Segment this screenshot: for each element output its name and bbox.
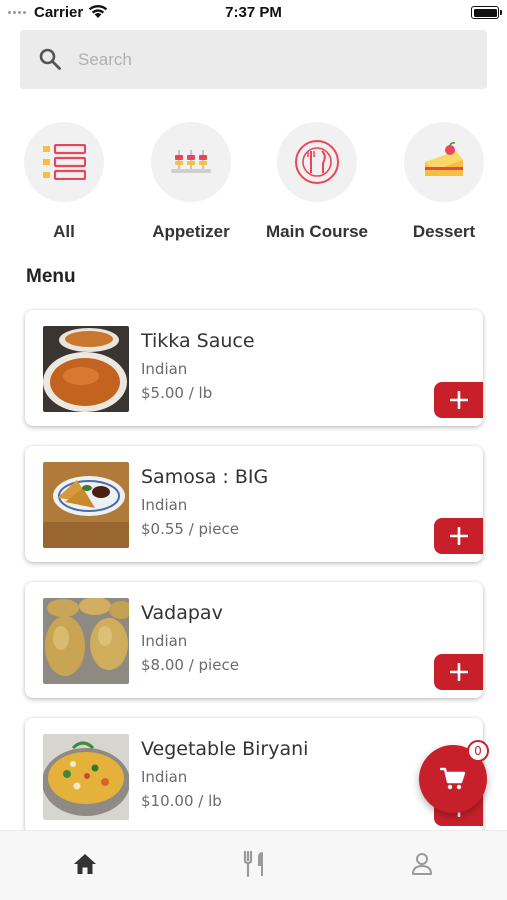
status-time: 7:37 PM [225, 4, 282, 21]
item-price: $0.55 / piece [141, 520, 239, 538]
battery-icon [471, 6, 502, 19]
category-all-circle[interactable] [24, 122, 104, 202]
item-name: Vadapav [141, 602, 223, 624]
item-cuisine: Indian [141, 768, 188, 786]
category-label: Dessert [412, 222, 476, 241]
item-cuisine: Indian [141, 360, 188, 378]
search-bar[interactable] [20, 30, 487, 89]
menu-item-card[interactable]: Vadapav Indian $8.00 / piece [25, 582, 483, 698]
menu-item-card[interactable]: Vegetable Biryani Indian $10.00 / lb [25, 718, 483, 834]
status-bar: Carrier 7:37 PM [0, 0, 507, 26]
category-appetizer[interactable]: Appetizer [131, 122, 251, 242]
menu-title: Menu [26, 266, 76, 287]
food-image [43, 598, 129, 684]
user-icon [412, 853, 432, 875]
menu-item-card[interactable]: Tikka Sauce Indian $5.00 / lb [25, 310, 483, 426]
add-to-cart-button[interactable] [434, 382, 483, 418]
category-dessert-circle[interactable] [404, 122, 484, 202]
item-cuisine: Indian [141, 496, 188, 514]
appetizer-icon [171, 150, 211, 173]
main-course-icon [295, 140, 339, 184]
nav-menu[interactable] [234, 849, 274, 879]
item-name: Samosa : BIG [141, 466, 269, 488]
category-label: All [53, 222, 75, 241]
category-label: Appetizer [152, 222, 230, 241]
plus-icon [449, 391, 468, 409]
category-label: Main Course [265, 222, 369, 241]
fork-knife-icon [243, 851, 263, 877]
cart-icon [440, 767, 466, 790]
item-price: $10.00 / lb [141, 792, 222, 810]
dessert-icon [425, 142, 463, 176]
category-all[interactable]: All [4, 122, 124, 242]
category-main-course[interactable]: Main Course [257, 122, 377, 242]
nav-home[interactable] [65, 849, 105, 879]
list-icon [43, 144, 86, 180]
add-to-cart-button[interactable] [434, 654, 483, 690]
add-to-cart-button[interactable] [434, 518, 483, 554]
bottom-nav [0, 830, 507, 900]
item-cuisine: Indian [141, 632, 188, 650]
home-icon [74, 854, 96, 874]
cart-count-badge: 0 [467, 740, 489, 762]
item-price: $5.00 / lb [141, 384, 213, 402]
menu-item-card[interactable]: Samosa : BIG Indian $0.55 / piece [25, 446, 483, 562]
nav-profile[interactable] [402, 849, 442, 879]
item-name: Tikka Sauce [141, 330, 255, 352]
food-image [43, 734, 129, 820]
category-main-course-circle[interactable] [277, 122, 357, 202]
search-icon [39, 48, 61, 70]
food-image [43, 326, 129, 412]
plus-icon [449, 663, 468, 681]
search-input[interactable] [78, 30, 468, 89]
food-image [43, 462, 129, 548]
item-price: $8.00 / piece [141, 656, 239, 674]
item-name: Vegetable Biryani [141, 738, 309, 760]
category-appetizer-circle[interactable] [151, 122, 231, 202]
category-dessert[interactable]: Dessert [384, 122, 504, 242]
plus-icon [449, 527, 468, 545]
